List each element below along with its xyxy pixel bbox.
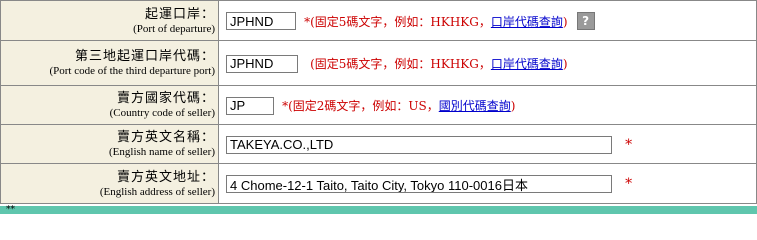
port-of-departure-input[interactable] — [226, 12, 296, 31]
label-en: (English name of seller) — [109, 146, 215, 158]
bottom-mark: ** — [6, 205, 15, 215]
port-code-lookup-link-2[interactable]: 口岸代碼查詢 — [491, 57, 563, 71]
label-en: (Country code of seller) — [109, 107, 215, 119]
section-divider-bar — [0, 206, 757, 214]
port-of-departure-hint: *(固定5碼文字，例如：HKHKG，口岸代碼查詢) — [304, 15, 567, 29]
label-third-port: 第三地起運口岸代碼： (Port code of the third depar… — [0, 40, 219, 86]
label-zh: 賣方國家代碼： — [116, 91, 215, 106]
label-zh: 賣方英文名稱： — [116, 130, 215, 145]
value-seller-address: * — [218, 163, 757, 204]
third-port-hint: (固定5碼文字，例如：HKHKG，口岸代碼查詢) — [310, 57, 567, 71]
value-port-of-departure: *(固定5碼文字，例如：HKHKG，口岸代碼查詢) ? — [218, 0, 757, 41]
port-code-lookup-link[interactable]: 口岸代碼查詢 — [491, 15, 563, 29]
seller-country-input[interactable] — [226, 96, 274, 115]
label-en: (English address of seller) — [99, 185, 215, 198]
label-zh: 賣方英文地址： — [116, 169, 215, 185]
country-code-lookup-link[interactable]: 國別代碼查詢 — [439, 99, 511, 113]
label-port-of-departure: 起運口岸： (Port of departure) — [0, 0, 219, 41]
row-port-of-departure: 起運口岸： (Port of departure) *(固定5碼文字，例如：HK… — [0, 0, 757, 41]
hint-text: (固定5碼文字，例如：HKHKG， — [310, 57, 491, 72]
seller-country-hint: *(固定2碼文字，例如：US，國別代碼查詢) — [282, 99, 515, 113]
row-seller-name: 賣方英文名稱： (English name of seller) * — [0, 124, 757, 164]
label-seller-country: 賣方國家代碼： (Country code of seller) — [0, 85, 219, 125]
label-seller-address: 賣方英文地址： (English address of seller) — [0, 163, 219, 204]
value-seller-name: * — [218, 124, 757, 164]
third-port-input[interactable] — [226, 54, 298, 73]
label-zh: 第三地起運口岸代碼： — [74, 49, 215, 64]
value-third-port: (固定5碼文字，例如：HKHKG，口岸代碼查詢) — [218, 40, 757, 86]
row-third-port: 第三地起運口岸代碼： (Port code of the third depar… — [0, 40, 757, 86]
label-en: (Port of departure) — [133, 22, 215, 35]
label-en: (Port code of the third departure port) — [49, 65, 215, 77]
value-seller-country: *(固定2碼文字，例如：US，國別代碼查詢) — [218, 85, 757, 125]
hint-text: *(固定5碼文字，例如：HKHKG， — [304, 14, 491, 29]
label-seller-name: 賣方英文名稱： (English name of seller) — [0, 124, 219, 164]
help-icon[interactable]: ? — [576, 12, 595, 31]
hint-close: ) — [562, 57, 568, 72]
hint-close: ) — [562, 14, 568, 29]
required-mark: * — [625, 136, 633, 153]
seller-port-form: 起運口岸： (Port of departure) *(固定5碼文字，例如：HK… — [0, 0, 757, 204]
seller-name-input[interactable] — [226, 135, 612, 154]
seller-address-input[interactable] — [226, 175, 612, 194]
required-mark: * — [625, 176, 633, 193]
hint-close: ) — [510, 99, 516, 114]
hint-text: *(固定2碼文字，例如：US， — [282, 99, 439, 114]
label-zh: 起運口岸： — [144, 6, 215, 22]
row-seller-address: 賣方英文地址： (English address of seller) * — [0, 163, 757, 204]
row-seller-country: 賣方國家代碼： (Country code of seller) *(固定2碼文… — [0, 85, 757, 125]
